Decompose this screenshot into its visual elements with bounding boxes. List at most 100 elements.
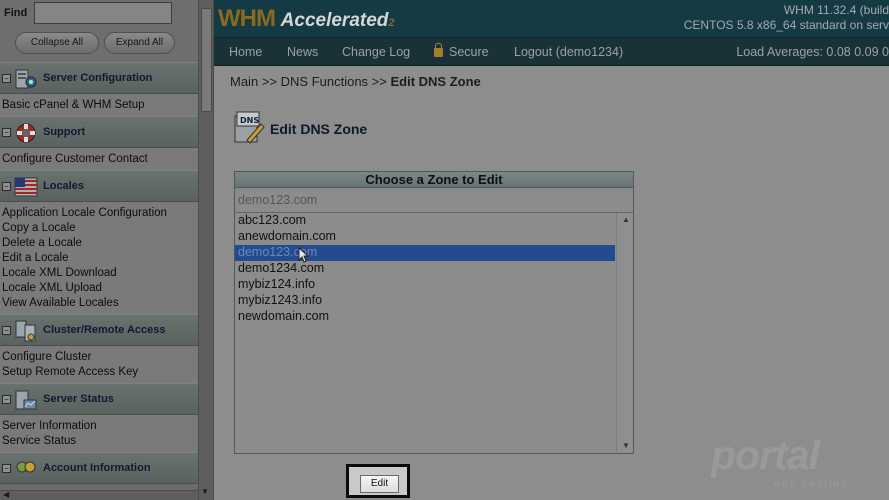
sidebar-item-copy-locale[interactable]: Copy a Locale — [2, 221, 198, 236]
collapse-toggle-icon[interactable]: − — [2, 182, 11, 191]
lifebuoy-icon — [16, 123, 36, 143]
section-title: Server Configuration — [43, 72, 153, 84]
collapse-toggle-icon[interactable]: − — [2, 395, 11, 404]
section-header-cluster-remote-access[interactable]: − Cluster/Remote Access — [0, 314, 198, 346]
sidebar-scrollbar[interactable]: ▼ — [198, 0, 213, 500]
dns-icon-label: DNS — [240, 116, 259, 125]
mouse-pointer-icon — [298, 247, 310, 263]
zone-option[interactable]: anewdomain.com — [235, 229, 615, 245]
section-header-server-configuration[interactable]: − Server Configuration — [0, 62, 198, 94]
find-bar: Find Collapse All Expand All — [0, 0, 198, 62]
page-title: Edit DNS Zone — [270, 121, 368, 137]
logo-accent: Accelerated — [280, 10, 389, 31]
flag-icon — [14, 177, 38, 197]
sidebar-menu: − Server Configuration Basic cPanel & WH… — [0, 62, 198, 484]
account-icon — [16, 461, 36, 473]
lock-icon — [434, 43, 443, 57]
expand-all-button[interactable]: Expand All — [104, 32, 175, 54]
scroll-up-arrow-icon[interactable]: ▲ — [622, 215, 630, 224]
collapse-toggle-icon[interactable]: − — [2, 464, 11, 473]
collapse-all-button[interactable]: Collapse All — [15, 32, 99, 54]
cluster-icon — [15, 320, 36, 342]
nav-home-link[interactable]: Home — [229, 45, 262, 59]
sidebar-item-basic-setup[interactable]: Basic cPanel & WHM Setup — [2, 98, 198, 113]
nav-secure-label: Secure — [449, 45, 489, 59]
zone-list-scrollbar[interactable]: ▲ ▼ — [616, 213, 633, 452]
dns-icon: DNS — [234, 111, 265, 144]
zone-option[interactable]: mybiz124.info — [235, 277, 615, 293]
zone-listbox[interactable]: abc123.com anewdomain.com demo123.com de… — [235, 212, 633, 453]
sidebar: Find Collapse All Expand All − Server Co… — [0, 0, 214, 500]
nav-logout-link[interactable]: Logout (demo1234) — [514, 45, 623, 59]
breadcrumb-main-link[interactable]: Main — [230, 74, 258, 89]
section-title: Cluster/Remote Access — [43, 324, 166, 336]
version-line-1: WHM 11.32.4 (build — [783, 3, 889, 17]
section-title: Support — [43, 126, 86, 138]
sidebar-item-delete-locale[interactable]: Delete a Locale — [2, 236, 198, 251]
breadcrumb-separator: >> — [371, 74, 387, 89]
nav-bar: Home News Change Log Secure Logout (demo… — [214, 38, 889, 66]
breadcrumb: Main >> DNS Functions >> Edit DNS Zone — [230, 74, 481, 89]
find-input[interactable] — [34, 2, 172, 24]
breadcrumb-dns-functions-link[interactable]: DNS Functions — [281, 74, 368, 89]
scroll-down-arrow-icon[interactable]: ▼ — [201, 487, 209, 496]
version-info: WHM 11.32.4 (build CENTOS 5.8 x86_64 sta… — [684, 3, 889, 33]
nav-news-link[interactable]: News — [287, 45, 318, 59]
zone-option[interactable]: abc123.com — [235, 213, 615, 229]
main-content: Main >> DNS Functions >> Edit DNS Zone D… — [214, 66, 889, 500]
edit-button[interactable]: Edit — [360, 475, 399, 493]
logo-sub: 2 — [388, 17, 394, 29]
section-title: Server Status — [43, 393, 114, 405]
nav-secure-link[interactable]: Secure — [434, 43, 489, 59]
collapse-toggle-icon[interactable]: − — [2, 326, 11, 335]
load-averages: Load Averages: 0.08 0.09 0 — [736, 45, 889, 59]
section-items-support: Configure Customer Contact — [0, 148, 198, 170]
section-header-account-information[interactable]: − Account Information — [0, 452, 198, 484]
version-line-2: CENTOS 5.8 x86_64 standard on serv — [683, 18, 889, 32]
scroll-left-arrow-icon[interactable]: ◀ — [3, 490, 9, 499]
find-label: Find — [4, 7, 28, 19]
top-header: WHM Accelerated2 WHM 11.32.4 (build CENT… — [214, 0, 889, 38]
watermark-logo: portal web hosting — [711, 432, 861, 496]
section-title: Locales — [43, 180, 84, 192]
zone-option-selected[interactable]: demo123.com — [235, 245, 615, 261]
scroll-down-arrow-icon[interactable]: ▼ — [622, 441, 630, 450]
sidebar-item-customer-contact[interactable]: Configure Customer Contact — [2, 152, 198, 167]
breadcrumb-separator: >> — [261, 74, 277, 89]
zone-select-box: Choose a Zone to Edit demo123.com abc123… — [234, 171, 634, 454]
sidebar-item-server-information[interactable]: Server Information — [2, 419, 198, 434]
collapse-toggle-icon[interactable]: − — [2, 128, 11, 137]
section-items-locales: Application Locale Configuration Copy a … — [0, 202, 198, 314]
sidebar-item-remote-access-key[interactable]: Setup Remote Access Key — [2, 365, 198, 380]
zone-option[interactable]: mybiz1243.info — [235, 293, 615, 309]
sidebar-item-view-locales[interactable]: View Available Locales — [2, 296, 198, 311]
sidebar-horizontal-scrollbar[interactable]: ◀ — [0, 490, 198, 500]
zone-option[interactable]: newdomain.com — [235, 309, 615, 325]
whm-logo[interactable]: WHM Accelerated2 — [218, 5, 395, 33]
sidebar-item-edit-locale[interactable]: Edit a Locale — [2, 251, 198, 266]
zone-option[interactable]: demo1234.com — [235, 261, 615, 277]
collapse-toggle-icon[interactable]: − — [2, 74, 11, 83]
scrollbar-thumb[interactable] — [201, 8, 212, 112]
sidebar-item-configure-cluster[interactable]: Configure Cluster — [2, 350, 198, 365]
section-header-support[interactable]: − Support — [0, 116, 198, 148]
sidebar-item-locale-xml-upload[interactable]: Locale XML Upload — [2, 281, 198, 296]
zone-filter-input[interactable]: demo123.com — [237, 191, 631, 211]
nav-changelog-link[interactable]: Change Log — [342, 45, 410, 59]
breadcrumb-current: Edit DNS Zone — [390, 74, 481, 89]
watermark-sub: web hosting — [773, 479, 849, 490]
section-items-server-configuration: Basic cPanel & WHM Setup — [0, 94, 198, 116]
section-header-server-status[interactable]: − Server Status — [0, 383, 198, 415]
logo-main: WHM — [218, 5, 276, 32]
watermark-main: portal — [711, 432, 820, 478]
sidebar-item-locale-xml-download[interactable]: Locale XML Download — [2, 266, 198, 281]
section-header-locales[interactable]: − Locales — [0, 170, 198, 202]
edit-button-highlight: Edit — [346, 464, 410, 498]
server-config-icon — [15, 69, 37, 89]
sidebar-item-service-status[interactable]: Service Status — [2, 434, 198, 449]
sidebar-item-app-locale-config[interactable]: Application Locale Configuration — [2, 206, 198, 221]
section-items-server-status: Server Information Service Status — [0, 415, 198, 452]
server-status-icon — [15, 390, 37, 410]
zone-box-title: Choose a Zone to Edit — [235, 172, 633, 188]
section-items-cluster: Configure Cluster Setup Remote Access Ke… — [0, 346, 198, 383]
